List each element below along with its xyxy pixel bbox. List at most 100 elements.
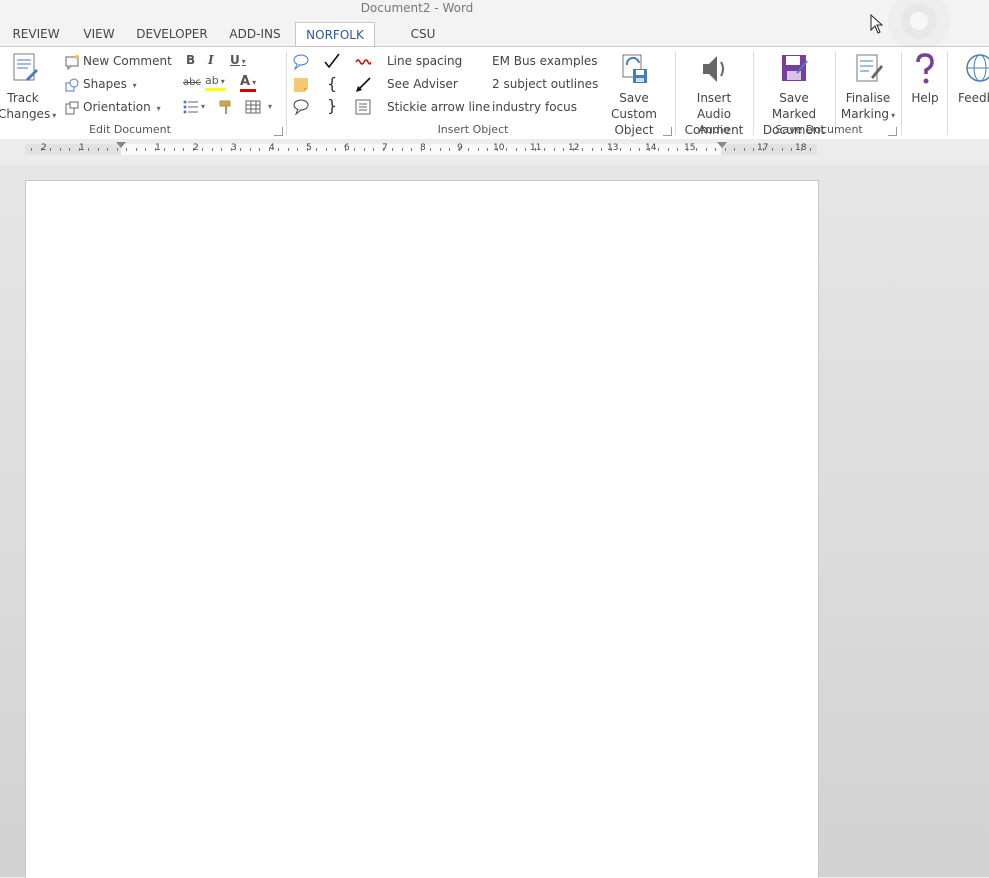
ruler-tick bbox=[240, 148, 241, 151]
ruler-tick bbox=[801, 148, 802, 151]
edit-document-launcher-icon[interactable] bbox=[274, 127, 283, 136]
insert-object-launcher-icon[interactable] bbox=[663, 127, 672, 136]
ruler-tick bbox=[658, 148, 659, 151]
ruler-tick bbox=[630, 148, 631, 151]
italic-button[interactable]: I bbox=[208, 53, 214, 67]
ruler-tick bbox=[478, 148, 479, 151]
ruler-tick bbox=[516, 148, 517, 151]
ruler-tick bbox=[345, 148, 346, 151]
group-label-edit-document: Edit Document bbox=[89, 123, 171, 136]
table-dropdown-icon[interactable]: ▾ bbox=[268, 97, 272, 117]
ruler-number: 10 bbox=[493, 143, 505, 153]
text-lines-icon[interactable] bbox=[355, 99, 371, 115]
tab-view[interactable]: VIEW bbox=[80, 22, 118, 46]
right-brace-icon[interactable]: } bbox=[327, 96, 337, 116]
right-indent-marker[interactable] bbox=[717, 142, 727, 148]
ruler-tick bbox=[31, 148, 32, 151]
bold-button[interactable]: B bbox=[186, 53, 195, 67]
track-changes-icon bbox=[13, 53, 38, 81]
tab-csu-specific[interactable]: CSU Specific bbox=[386, 22, 460, 65]
tab-developer[interactable]: DEVELOPER bbox=[136, 22, 208, 46]
help-button[interactable]: Help bbox=[906, 51, 944, 106]
save-custom-object-button[interactable]: Save Custom Object bbox=[596, 51, 672, 138]
orientation-dropdown[interactable]: Orientation bbox=[64, 97, 161, 117]
bullet-list-icon[interactable] bbox=[183, 99, 199, 115]
ruler-tick bbox=[725, 148, 726, 151]
window-title: Document2 - Word bbox=[360, 1, 474, 15]
strikethrough-button[interactable]: abc bbox=[183, 77, 201, 88]
horizontal-ruler[interactable]: 211234567891011121314151718 bbox=[25, 142, 817, 155]
left-brace-icon[interactable]: { bbox=[327, 74, 337, 94]
feedback-button[interactable]: Feedb bbox=[953, 51, 989, 106]
ruler-tick bbox=[525, 148, 526, 151]
see-adviser-button[interactable]: See Adviser bbox=[387, 74, 458, 94]
ruler-number: 13 bbox=[607, 143, 619, 153]
document-page[interactable] bbox=[25, 180, 819, 878]
ruler-tick bbox=[326, 148, 327, 151]
ruler-tick bbox=[782, 148, 783, 151]
ruler-tick bbox=[696, 148, 697, 151]
finalise-marking-button[interactable]: Finalise Marking bbox=[838, 51, 898, 124]
two-subject-outlines-button[interactable]: 2 subject outlines bbox=[492, 74, 598, 94]
ruler-tick bbox=[449, 148, 450, 151]
group-label-save-document: Save Document bbox=[775, 123, 863, 136]
ruler-tick bbox=[335, 148, 336, 151]
globe-icon bbox=[966, 54, 989, 82]
ruler-tick bbox=[554, 148, 555, 151]
ruler-number: 15 bbox=[684, 143, 696, 153]
arrow-line-icon[interactable] bbox=[355, 77, 371, 93]
tab-norfolk[interactable]: NORFOLK bbox=[295, 22, 375, 47]
ruler-tick bbox=[278, 148, 279, 151]
ruler-tick bbox=[117, 148, 118, 151]
ruler-tick bbox=[316, 148, 317, 151]
ruler-tick bbox=[231, 148, 232, 151]
group-separator bbox=[947, 51, 948, 135]
new-comment-button[interactable]: New Comment bbox=[64, 51, 172, 71]
ruler-tick bbox=[421, 148, 422, 151]
ruler-tick bbox=[259, 148, 260, 151]
ruler-tick bbox=[41, 148, 42, 151]
ruler-tick bbox=[288, 148, 289, 151]
ruler-tick bbox=[297, 148, 298, 151]
ruler-tick bbox=[392, 148, 393, 151]
wavy-line-icon[interactable] bbox=[355, 54, 371, 70]
line-spacing-button[interactable]: Line spacing bbox=[387, 51, 462, 71]
ruler-tick bbox=[174, 148, 175, 151]
bullet-list-dropdown-icon[interactable]: ▾ bbox=[201, 97, 205, 117]
ruler-tick bbox=[373, 148, 374, 151]
ruler-tick bbox=[307, 148, 308, 151]
font-color-button[interactable]: A bbox=[240, 75, 257, 92]
ruler-tick bbox=[677, 148, 678, 151]
ruler-tick bbox=[497, 148, 498, 151]
industry-focus-button[interactable]: industry focus bbox=[492, 97, 577, 117]
callout-icon[interactable] bbox=[293, 54, 309, 70]
help-question-icon bbox=[916, 53, 934, 84]
underline-button[interactable]: U bbox=[230, 53, 246, 67]
save-document-launcher-icon[interactable] bbox=[888, 127, 897, 136]
highlight-button[interactable]: ab bbox=[205, 75, 225, 91]
first-line-indent-marker[interactable] bbox=[116, 142, 126, 148]
thought-bubble-icon[interactable] bbox=[293, 99, 309, 115]
table-icon[interactable] bbox=[245, 99, 261, 115]
ruler-number: 14 bbox=[645, 143, 657, 153]
speaker-icon bbox=[703, 56, 724, 82]
shapes-dropdown[interactable]: Shapes bbox=[64, 74, 137, 94]
ruler-tick bbox=[468, 148, 469, 151]
stickie-arrow-line-button[interactable]: Stickie arrow line bbox=[387, 97, 490, 117]
format-painter-icon[interactable] bbox=[218, 99, 234, 115]
ruler-tick bbox=[155, 148, 156, 151]
tick-icon[interactable] bbox=[324, 53, 340, 69]
tab-review[interactable]: REVIEW bbox=[10, 22, 62, 46]
ruler-tick bbox=[126, 148, 127, 151]
em-bus-examples-button[interactable]: EM Bus examples bbox=[492, 51, 598, 71]
ruler-tick bbox=[212, 148, 213, 151]
sticky-note-icon[interactable] bbox=[293, 77, 309, 93]
ruler-tick bbox=[582, 148, 583, 151]
ruler-tick bbox=[193, 148, 194, 151]
tab-add-ins[interactable]: ADD-INS bbox=[226, 22, 284, 46]
finalise-marking-icon bbox=[856, 54, 883, 82]
track-changes-button[interactable]: Track Changes bbox=[0, 51, 56, 124]
ruler-tick bbox=[364, 148, 365, 151]
ruler-tick bbox=[269, 148, 270, 151]
ruler-tick bbox=[411, 148, 412, 151]
